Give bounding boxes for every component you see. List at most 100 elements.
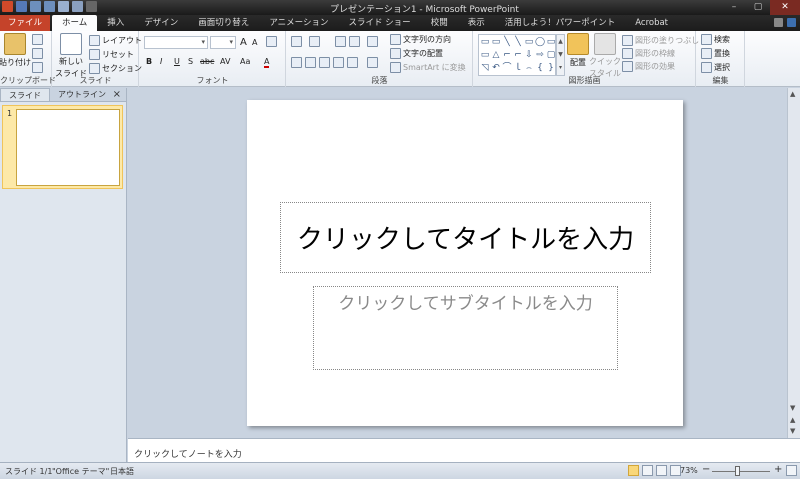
find-button[interactable]: 検索 [701, 34, 730, 45]
powerpoint-app-icon[interactable] [2, 1, 13, 12]
minimize-button[interactable]: – [722, 0, 746, 15]
zoom-out-icon[interactable]: − [702, 464, 710, 475]
distributed-button[interactable] [347, 57, 358, 68]
normal-view-icon[interactable] [628, 465, 639, 476]
underline-button[interactable]: U [174, 57, 180, 66]
shape-item[interactable]: ╲ [502, 36, 512, 49]
title-placeholder[interactable]: クリックしてタイトルを入力 [280, 202, 651, 273]
numbering-button[interactable] [309, 36, 320, 47]
tab-view[interactable]: 表示 [458, 15, 495, 31]
increase-indent-button[interactable] [349, 36, 360, 47]
tab-animations[interactable]: アニメーション [259, 15, 338, 31]
redo-icon[interactable] [44, 1, 55, 12]
copy-button[interactable] [32, 48, 43, 59]
shape-item[interactable]: ▢ [546, 49, 556, 62]
prev-slide-icon[interactable]: ▲ [790, 416, 795, 424]
justify-button[interactable] [333, 57, 344, 68]
strikethrough-button[interactable]: abc [200, 57, 214, 66]
language[interactable]: 日本語 [110, 466, 134, 477]
tab-acrobat[interactable]: Acrobat [625, 15, 678, 31]
shape-outline-button[interactable]: 図形の枠線 [622, 48, 675, 59]
columns-button[interactable] [367, 57, 378, 68]
italic-button[interactable]: I [160, 57, 162, 66]
font-size-combo[interactable]: ▾ [210, 36, 236, 49]
minimize-ribbon-icon[interactable] [774, 18, 783, 27]
change-case-button[interactable]: Aa [240, 57, 250, 66]
text-direction-button[interactable]: 文字列の方向 [390, 34, 451, 45]
shadow-button[interactable]: S [188, 57, 193, 66]
tab-file[interactable]: ファイル [0, 15, 51, 31]
tab-addin[interactable]: 活用しよう！パワーポイント [495, 15, 626, 31]
align-left-button[interactable] [291, 57, 302, 68]
cut-button[interactable] [32, 34, 43, 45]
scroll-up-icon[interactable]: ▲ [790, 90, 795, 98]
zoom-in-icon[interactable]: + [774, 464, 782, 475]
shape-item[interactable]: ▭ [524, 36, 534, 49]
next-slide-icon[interactable]: ▼ [790, 427, 795, 435]
print-icon[interactable] [72, 1, 83, 12]
replace-button[interactable]: 置換 [701, 48, 730, 59]
help-icon[interactable] [787, 18, 796, 27]
layout-button[interactable]: レイアウト [89, 35, 142, 46]
shape-item[interactable]: ⌐ [513, 49, 523, 62]
tab-transitions[interactable]: 画面切り替え [188, 15, 259, 31]
undo-icon[interactable] [30, 1, 41, 12]
clear-format-button[interactable] [266, 36, 277, 47]
new-slide-button[interactable]: 新しい スライド [55, 33, 87, 79]
slide-canvas[interactable]: クリックしてタイトルを入力 クリックしてサブタイトルを入力 [247, 100, 683, 426]
shape-item[interactable]: } [546, 62, 556, 75]
shape-item[interactable]: ⌐ [502, 49, 512, 62]
zoom-level[interactable]: 73% [680, 466, 698, 475]
align-right-button[interactable] [319, 57, 330, 68]
start-slideshow-icon[interactable] [58, 1, 69, 12]
bullets-button[interactable] [291, 36, 302, 47]
tab-slideshow[interactable]: スライド ショー [338, 15, 420, 31]
zoom-slider-thumb[interactable] [735, 466, 740, 476]
shape-item[interactable]: ◹ [480, 62, 490, 75]
customize-qat-icon[interactable] [86, 1, 97, 12]
vertical-scrollbar[interactable]: ▲ ▼ ▲ ▼ [787, 88, 800, 438]
shrink-font-button[interactable]: A [252, 38, 257, 47]
slide-thumbnail[interactable] [16, 109, 120, 186]
zoom-slider[interactable] [712, 471, 770, 472]
notes-pane[interactable]: クリックしてノートを入力 [128, 438, 800, 462]
font-family-combo[interactable]: ▾ [144, 36, 208, 49]
reading-view-icon[interactable] [656, 465, 667, 476]
shape-fill-button[interactable]: 図形の塗りつぶし [622, 35, 699, 46]
select-button[interactable]: 選択 [701, 62, 730, 73]
arrange-button[interactable]: 配置 [566, 33, 590, 68]
format-painter-button[interactable] [32, 62, 43, 73]
shape-effects-button[interactable]: 図形の効果 [622, 61, 675, 72]
align-text-button[interactable]: 文字の配置 [390, 48, 443, 59]
line-spacing-button[interactable] [367, 36, 378, 47]
tab-design[interactable]: デザイン [134, 15, 188, 31]
fit-to-window-icon[interactable] [786, 465, 797, 476]
smartart-button[interactable]: SmartArt に変換 [390, 62, 466, 73]
shape-item[interactable]: ╲ [513, 36, 523, 49]
shape-item[interactable]: ｌ [513, 62, 523, 75]
slide-sorter-view-icon[interactable] [642, 465, 653, 476]
shape-item[interactable]: ⌢ [524, 62, 534, 75]
shape-item[interactable]: ▭ [546, 36, 556, 49]
shape-item[interactable]: ⌒ [502, 62, 512, 75]
shape-item[interactable]: ▭ [480, 36, 490, 49]
scroll-down-icon[interactable]: ▼ [790, 404, 795, 412]
align-center-button[interactable] [305, 57, 316, 68]
grow-font-button[interactable]: A [240, 37, 247, 48]
shapes-gallery-scroll[interactable]: ▲ ▼ ▾ [556, 34, 565, 76]
shape-item[interactable]: △ [491, 49, 501, 62]
font-color-button[interactable]: A [264, 57, 270, 68]
tab-outline-pane[interactable]: アウトライン [50, 88, 114, 101]
shape-item[interactable]: { [535, 62, 545, 75]
close-pane-icon[interactable]: × [113, 88, 121, 102]
close-button[interactable]: ✕ [770, 0, 800, 15]
shape-item[interactable]: ▭ [491, 36, 501, 49]
tab-home[interactable]: ホーム [52, 15, 98, 31]
bold-button[interactable]: B [146, 57, 152, 66]
tab-insert[interactable]: 挿入 [97, 15, 134, 31]
shape-item[interactable]: ◯ [535, 36, 545, 49]
paste-button[interactable]: 貼り付け [0, 33, 31, 68]
section-button[interactable]: セクション [89, 63, 142, 74]
maximize-button[interactable]: ▢ [746, 0, 770, 15]
reset-button[interactable]: リセット [89, 49, 134, 60]
